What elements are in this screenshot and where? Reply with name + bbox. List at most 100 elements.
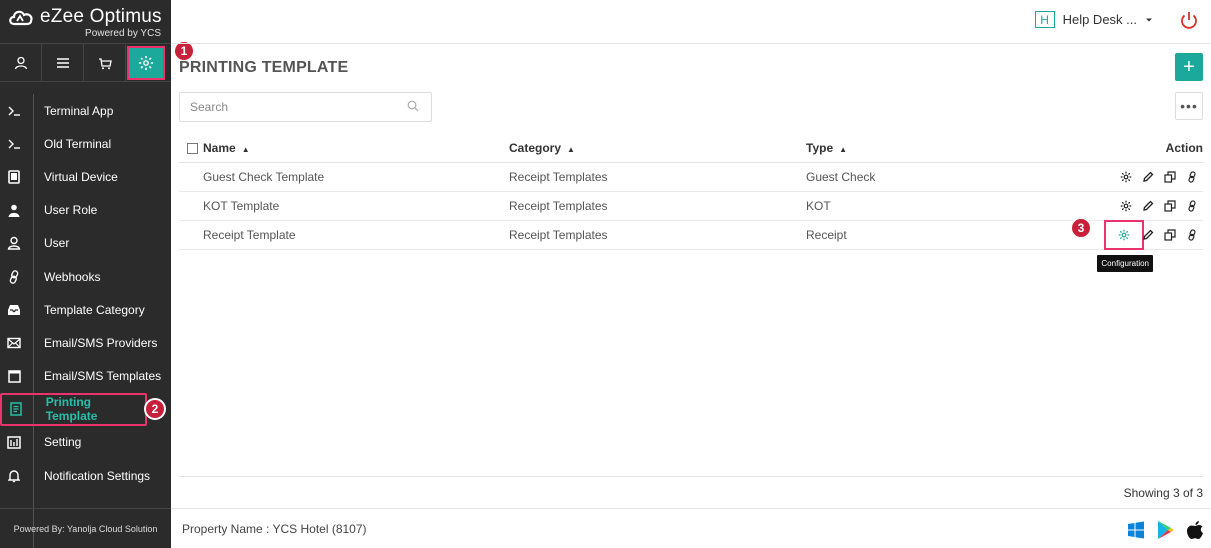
cell-category: Receipt Templates — [509, 220, 806, 250]
inbox-icon — [8, 304, 20, 315]
google-play-icon[interactable] — [1157, 520, 1175, 540]
edit-button[interactable] — [1141, 228, 1155, 242]
link-button[interactable] — [1185, 199, 1199, 213]
configuration-button[interactable] — [1119, 170, 1133, 184]
pagination-count: Showing 3 of 3 — [1123, 486, 1203, 500]
app-store-links — [1127, 520, 1203, 540]
configuration-button[interactable] — [1119, 199, 1133, 213]
cell-type: Receipt — [806, 220, 1046, 250]
sidebar-item-virtual-device[interactable]: Virtual Device — [0, 160, 171, 193]
cell-type: Guest Check — [806, 162, 1046, 192]
user-icon — [14, 56, 27, 70]
copy-icon — [1164, 199, 1176, 212]
more-options-button[interactable]: ••• — [1175, 92, 1203, 120]
pencil-icon — [1143, 200, 1154, 211]
link-button[interactable] — [1185, 228, 1199, 242]
column-header-category[interactable]: Category ▲ — [509, 134, 806, 163]
calendar-icon — [7, 370, 21, 383]
cell-name: Receipt Template — [201, 220, 509, 250]
sidebar-item-label: Virtual Device — [44, 169, 118, 184]
search-icon — [407, 100, 419, 112]
search-input[interactable] — [179, 92, 432, 122]
sidebar-item-label: Webhooks — [44, 269, 101, 284]
table-row: Guest Check Template Receipt Templates G… — [179, 162, 1203, 192]
link-button[interactable] — [1185, 170, 1199, 184]
tablet-icon — [8, 170, 20, 184]
sidebar-footer: Powered By: Yanolja Cloud Solution — [0, 508, 171, 548]
edit-button[interactable] — [1141, 199, 1155, 213]
step-badge-2: 2 — [144, 398, 166, 420]
sidebar-item-label: Email/SMS Providers — [44, 335, 158, 350]
sidebar-item-printing-template[interactable]: Printing Template — [0, 392, 147, 426]
gear-icon — [139, 56, 153, 70]
setting-icon — [7, 436, 21, 449]
edit-button[interactable] — [1141, 170, 1155, 184]
mail-icon — [7, 337, 21, 349]
pencil-icon — [1143, 171, 1154, 182]
add-template-button[interactable]: + — [1175, 53, 1203, 81]
property-name: Property Name : YCS Hotel (8107) — [182, 521, 367, 536]
power-icon[interactable] — [1177, 9, 1201, 33]
link-icon — [1188, 228, 1196, 241]
user-nav-button[interactable] — [0, 44, 42, 82]
sidebar-item-terminal-app[interactable]: Terminal App — [0, 94, 171, 127]
templates-table: Name ▲ Category ▲ Type ▲ Action Guest Check… — [179, 134, 1203, 250]
settings-nav-button[interactable] — [127, 46, 165, 80]
link-icon — [9, 269, 19, 284]
user-icon — [7, 237, 21, 251]
windows-icon[interactable] — [1127, 521, 1145, 539]
sidebar: eZee Optimus Powered by YCS Terminal App — [0, 0, 171, 548]
table-row: KOT Template Receipt Templates KOT — [179, 191, 1203, 221]
property-footer: Property Name : YCS Hotel (8107) — [171, 508, 1211, 548]
sort-asc-icon: ▲ — [567, 144, 575, 154]
helpdesk-avatar: H — [1034, 11, 1055, 28]
sidebar-item-setting[interactable]: Setting — [0, 426, 171, 459]
terminal-icon — [8, 106, 20, 116]
copy-button[interactable] — [1163, 170, 1177, 184]
column-header-action: Action — [1046, 134, 1203, 163]
sidebar-item-label: Old Terminal — [44, 136, 112, 151]
sidebar-item-user-role[interactable]: User Role — [0, 194, 171, 227]
helpdesk-dropdown[interactable]: H Help Desk ... — [1034, 11, 1153, 28]
link-icon — [1188, 170, 1196, 183]
sidebar-item-email-sms-templates[interactable]: Email/SMS Templates — [0, 360, 171, 393]
sidebar-item-template-category[interactable]: Template Category — [0, 293, 171, 326]
sidebar-item-user[interactable]: User — [0, 227, 171, 260]
configuration-tooltip: Configuration — [1097, 255, 1153, 272]
gear-icon — [1120, 171, 1132, 182]
copy-button[interactable] — [1163, 199, 1177, 213]
gear-icon — [1118, 229, 1130, 240]
sidebar-item-label: Email/SMS Templates — [44, 369, 162, 384]
sidebar-item-label: Notification Settings — [44, 468, 151, 483]
select-all-checkbox[interactable] — [187, 143, 198, 155]
top-header: H Help Desk ... — [171, 0, 1211, 44]
bell-icon — [8, 469, 20, 482]
brand: eZee Optimus Powered by YCS — [0, 0, 171, 44]
column-header-name[interactable]: Name ▲ — [201, 134, 509, 163]
configuration-button[interactable] — [1104, 219, 1144, 250]
sidebar-item-notification-settings[interactable]: Notification Settings — [0, 459, 171, 492]
menu-nav-button[interactable] — [42, 44, 84, 82]
terminal-icon — [8, 139, 20, 149]
document-icon — [10, 402, 22, 417]
column-header-type[interactable]: Type ▲ — [806, 134, 1046, 163]
user-solid-icon — [8, 204, 20, 217]
sort-asc-icon: ▲ — [839, 144, 848, 154]
sidebar-item-email-sms-providers[interactable]: Email/SMS Providers — [0, 326, 171, 359]
app: eZee Optimus Powered by YCS Terminal App — [0, 0, 1211, 548]
cell-category: Receipt Templates — [509, 191, 806, 221]
sidebar-item-webhooks[interactable]: Webhooks — [0, 260, 171, 293]
cart-icon — [98, 58, 112, 70]
store-nav-button[interactable] — [84, 44, 126, 82]
sidebar-item-label: Printing Template — [45, 395, 98, 424]
cell-name: Guest Check Template — [201, 162, 509, 192]
sidebar-item-old-terminal[interactable]: Old Terminal — [0, 127, 171, 160]
hamburger-icon — [56, 58, 69, 68]
apple-icon[interactable] — [1187, 520, 1203, 540]
brand-subtitle: Powered by YCS — [85, 28, 161, 39]
sidebar-item-label: Template Category — [44, 302, 145, 317]
sidebar-item-label: User Role — [44, 203, 98, 218]
main-content: PRINTING TEMPLATE + ••• Name▲ Category▲ … — [171, 44, 1211, 548]
copy-button[interactable] — [1163, 228, 1177, 242]
cloud-logo-icon — [9, 10, 33, 26]
